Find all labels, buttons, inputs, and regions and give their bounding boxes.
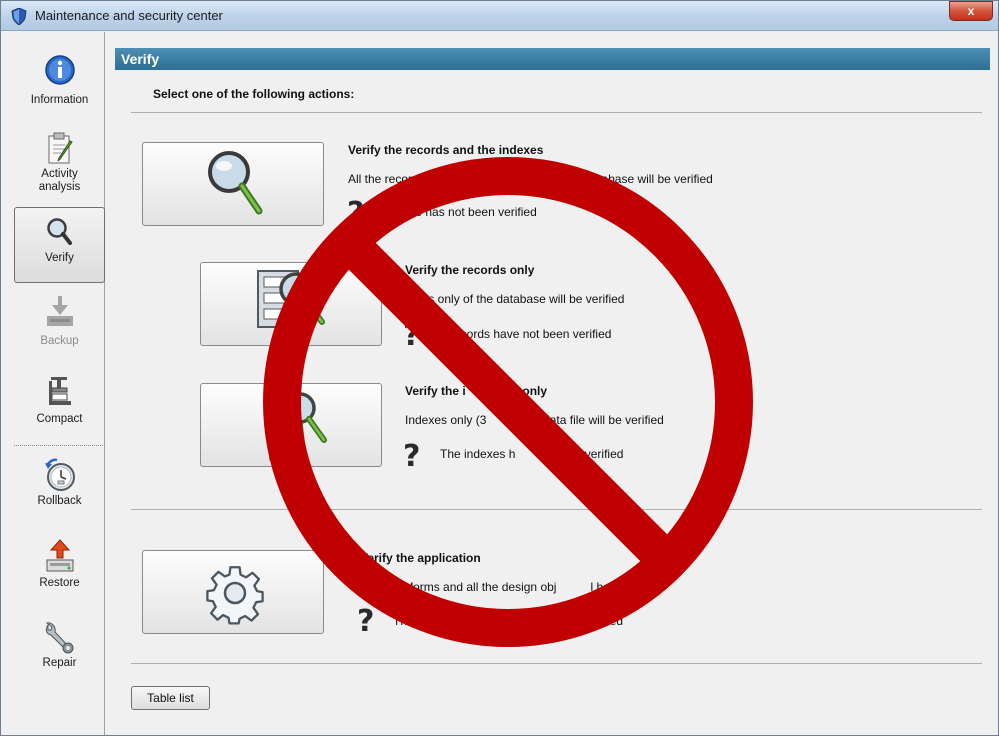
sidebar-item-label: Repair — [42, 657, 77, 669]
title-bar: Maintenance and security center x — [1, 1, 998, 31]
action-title: Verify the i es only — [405, 384, 547, 398]
sidebar-item-backup[interactable]: Backup — [14, 295, 105, 371]
restore-icon — [46, 539, 73, 572]
table-list-button[interactable]: Table list — [131, 686, 210, 710]
action-status: data file has not been verified — [380, 205, 537, 219]
sidebar-item-label: analysis — [38, 181, 81, 193]
clipboard-icon — [48, 132, 73, 164]
action-description: ethods, forms and all the design obj l be… — [367, 580, 652, 594]
sidebar-divider — [14, 445, 105, 446]
question-icon: ? — [403, 439, 421, 474]
records-magnifier-icon — [257, 270, 325, 328]
sidebar-item-label: Restore — [39, 577, 80, 589]
action-status: The fied — [393, 614, 623, 628]
sidebar: Information Activity analysis Verify Bac… — [1, 32, 105, 735]
window-title: Maintenance and security center — [35, 8, 223, 23]
question-icon: ? — [357, 604, 375, 639]
sidebar-item-label: Information — [30, 94, 89, 106]
compact-icon — [48, 377, 71, 405]
action-title: Verify the records and the indexes — [348, 143, 544, 157]
sidebar-item-verify[interactable]: Verify — [14, 207, 105, 283]
action-status-part: ot been verified — [541, 447, 624, 461]
action-description-part: ethods, forms and all the design obj — [367, 580, 557, 594]
sidebar-item-activity-analysis[interactable]: Activity analysis — [14, 132, 105, 208]
sidebar-item-label: Compact — [36, 413, 83, 425]
action-description-part: (7) of the database will be verified — [533, 172, 713, 186]
action-status-part: The — [393, 614, 414, 628]
rollback-clock-icon — [44, 458, 75, 491]
sidebar-item-label: Rollback — [37, 495, 82, 507]
shield-icon — [11, 8, 27, 25]
action-status-part: fied — [603, 614, 624, 628]
action-status: The indexes h ot been verified — [440, 447, 623, 461]
wrench-icon — [45, 622, 73, 654]
action-title-part: Verify the i — [405, 384, 466, 398]
action-title-part: es only — [505, 384, 548, 398]
indexes-magnifier-icon — [263, 392, 327, 461]
magnifier-icon — [46, 218, 72, 245]
sidebar-item-label: Backup — [40, 335, 79, 347]
action-status-part: The indexes h — [440, 447, 516, 461]
verify-records-and-indexes-button[interactable] — [142, 142, 324, 226]
info-icon — [44, 55, 75, 85]
action-description: All the records an (7) of the database wi… — [348, 172, 713, 186]
sidebar-item-restore[interactable]: Restore — [14, 539, 105, 615]
action-description-part: All the records an — [348, 172, 442, 186]
divider — [131, 663, 982, 664]
main-panel: Verify Select one of the following actio… — [105, 32, 998, 735]
sidebar-item-compact[interactable]: Compact — [14, 375, 105, 451]
maintenance-window: Maintenance and security center x Inform… — [0, 0, 999, 736]
sidebar-item-label: Activity — [41, 168, 78, 180]
verify-records-only-button[interactable] — [200, 262, 382, 346]
magnifier-icon — [208, 151, 263, 215]
action-title: Verify the application — [360, 551, 481, 565]
section-header: Verify — [115, 34, 990, 70]
sidebar-item-repair[interactable]: Repair — [14, 619, 105, 695]
action-description-part: Indexes only (3 — [405, 413, 487, 427]
sidebar-item-rollback[interactable]: Rollback — [14, 457, 105, 533]
sidebar-item-label: Verify — [45, 252, 74, 264]
action-description-part: f the data file will be verified — [516, 413, 664, 427]
close-button[interactable]: x — [949, 1, 993, 21]
question-icon: ? — [403, 318, 421, 353]
divider — [131, 112, 982, 113]
action-status: e records have not been verified — [440, 327, 612, 341]
gear-icon — [206, 566, 264, 625]
question-icon: ? — [347, 196, 365, 231]
sidebar-item-information[interactable]: Information — [14, 54, 105, 130]
verify-application-button[interactable] — [142, 550, 324, 634]
action-description-part: l be verified — [590, 580, 652, 594]
action-description: cords only of the database will be verif… — [405, 292, 625, 306]
backup-icon — [46, 296, 73, 326]
instruction-text: Select one of the following actions: — [153, 87, 355, 101]
divider — [131, 509, 982, 510]
action-description: Indexes only (3 f the data file will be v… — [405, 413, 664, 427]
verify-indexes-only-button[interactable] — [200, 383, 382, 467]
action-title: Verify the records only — [405, 263, 535, 277]
